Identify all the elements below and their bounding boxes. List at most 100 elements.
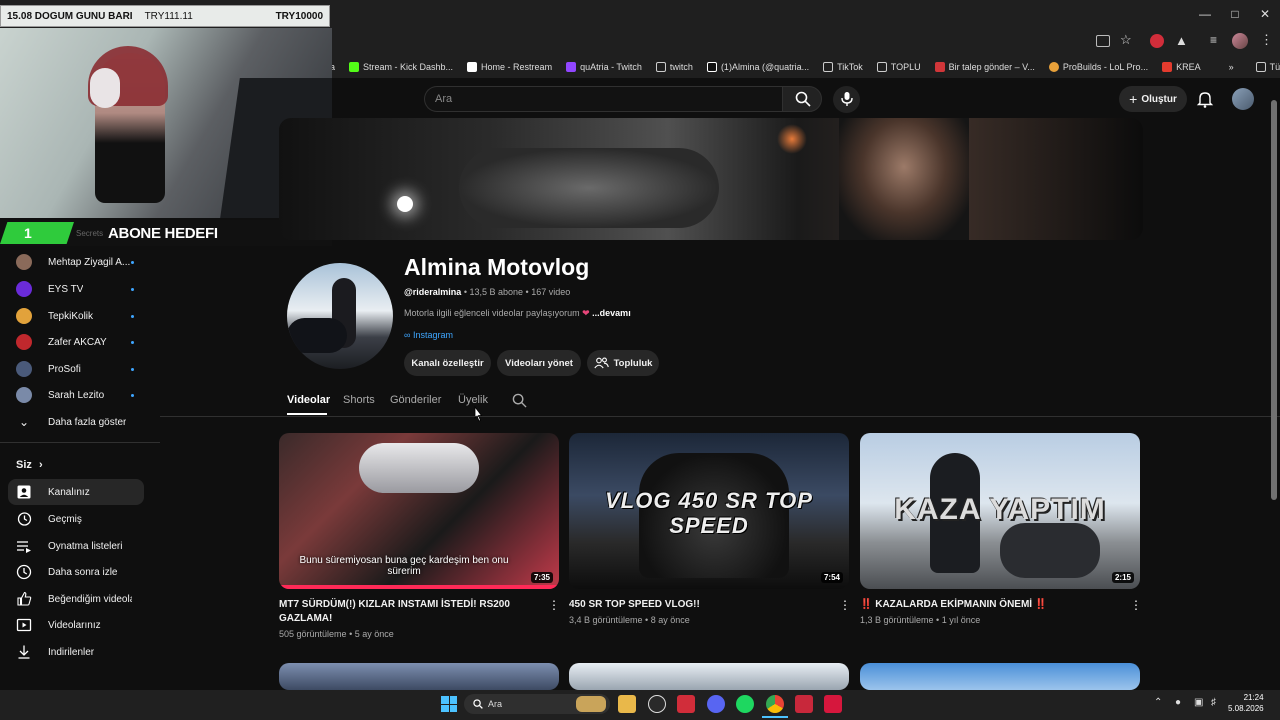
more-options-icon[interactable]: ⋮ <box>839 599 851 611</box>
more-options-icon[interactable]: ⋮ <box>1130 599 1142 611</box>
tab-videos[interactable]: Videolar <box>287 394 330 406</box>
search-button[interactable] <box>782 86 822 112</box>
video-duration: 2:15 <box>1111 572 1134 583</box>
you-section-header[interactable]: Siz › <box>16 459 43 471</box>
taskbar-search-input[interactable]: Ara <box>464 694 610 714</box>
tab-shorts[interactable]: Shorts <box>343 394 375 406</box>
bookmark-item[interactable]: ProBuilds - LoL Pro... <box>1048 62 1148 72</box>
account-avatar[interactable] <box>1232 88 1254 110</box>
bookmark-folder[interactable]: twitch <box>655 62 693 72</box>
search-input[interactable]: Ara <box>424 86 782 112</box>
subscription-item[interactable]: ProSofi <box>8 356 144 382</box>
file-explorer-icon[interactable] <box>618 695 636 713</box>
microphone-tray-icon[interactable]: ● <box>1175 697 1181 708</box>
show-more-button[interactable]: ⌄ Daha fazla göster <box>8 409 144 435</box>
tiktok-icon <box>706 62 717 72</box>
system-clock[interactable]: 21:24 5.08.2026 <box>1228 692 1264 714</box>
video-thumbnail[interactable] <box>860 663 1140 690</box>
bookmark-item[interactable]: quAtria - Twitch <box>566 62 642 72</box>
video-thumbnail[interactable] <box>279 663 559 690</box>
instagram-link[interactable]: ∞ Instagram <box>404 330 453 340</box>
button-label: Videoları yönet <box>505 357 573 369</box>
restream-icon <box>467 62 478 72</box>
install-app-icon[interactable] <box>1096 35 1110 47</box>
media-icon[interactable]: ≡ <box>1210 33 1217 47</box>
bookmark-item[interactable]: KREA <box>1162 62 1201 72</box>
bookmarks-bar: a Stream - Kick Dashb... Home - Restream… <box>330 56 1280 78</box>
subscription-label: ProSofi <box>48 363 81 375</box>
bookmark-folder[interactable]: TikTok <box>823 62 863 72</box>
manage-videos-button[interactable]: Videoları yönet <box>497 350 581 376</box>
sidebar-item-watch-later[interactable]: Daha sonra izle <box>8 559 144 585</box>
abone-secrets: Secrets <box>76 229 104 238</box>
description-more[interactable]: ...devamı <box>592 308 631 318</box>
riot-client-icon[interactable] <box>677 695 695 713</box>
discord-icon[interactable] <box>707 695 725 713</box>
sidebar-item-your-channel[interactable]: Kanalınız <box>8 479 144 505</box>
obs-icon[interactable] <box>648 695 666 713</box>
channel-search-icon[interactable] <box>512 393 527 413</box>
sidebar-item-playlists[interactable]: Oynatma listeleri <box>8 533 144 559</box>
bookmarks-overflow-icon[interactable]: » <box>1229 62 1234 72</box>
spotify-icon[interactable] <box>736 695 754 713</box>
folder-icon <box>1255 62 1266 72</box>
headphone-icon <box>90 68 120 108</box>
clock-date: 5.08.2026 <box>1228 704 1264 713</box>
video-thumbnail[interactable]: VLOG 450 SR TOP SPEED 7:54 <box>569 433 849 589</box>
kick-icon <box>349 62 360 72</box>
chrome-icon[interactable] <box>766 695 784 713</box>
create-button[interactable]: + Oluştur <box>1119 86 1187 112</box>
video-thumbnail[interactable]: KAZA YAPTIM 2:15 <box>860 433 1140 589</box>
valorant-icon[interactable] <box>795 695 813 713</box>
profile-icon[interactable] <box>1232 33 1248 49</box>
subscription-item[interactable]: EYS TV <box>8 276 144 302</box>
channel-icon <box>17 485 31 499</box>
star-icon[interactable]: ☆ <box>1120 32 1132 48</box>
channel-banner <box>279 118 1143 240</box>
tab-membership[interactable]: Üyelik <box>458 394 488 406</box>
close-icon[interactable]: ✕ <box>1250 4 1280 24</box>
video-title[interactable]: MT7 SÜRDÜM(!) KIZLAR INSTAMI İSTEDİ! RS2… <box>279 598 529 626</box>
community-button[interactable]: Topluluk <box>587 350 659 376</box>
bookmark-item[interactable]: Bir talep gönder – V... <box>934 62 1035 72</box>
sidebar-item-your-videos[interactable]: Videolarınız <box>8 612 144 638</box>
all-bookmarks-folder[interactable]: Tüm Yer İşaretleri <box>1255 62 1280 72</box>
bookmark-item[interactable]: (1)Almina (@quatria... <box>706 62 809 72</box>
minimize-icon[interactable]: — <box>1190 4 1220 24</box>
new-content-dot <box>131 367 134 371</box>
car-shape <box>359 443 479 493</box>
sidebar-item-downloads[interactable]: İndirilenler <box>8 639 144 665</box>
video-title[interactable]: 450 SR TOP SPEED VLOG!! <box>569 598 819 612</box>
notifications-bell-icon[interactable] <box>1195 89 1215 109</box>
windows-start-icon[interactable] <box>441 696 457 712</box>
video-thumbnail[interactable]: Bunu süremiyosan buna geç kardeşim ben o… <box>279 433 559 589</box>
bookmark-item[interactable]: Home - Restream <box>467 62 552 72</box>
subscription-item[interactable]: Zafer AKCAY <box>8 329 144 355</box>
extension-icon[interactable] <box>1150 34 1164 48</box>
voice-search-button[interactable] <box>833 86 860 113</box>
video-age: 5 ay önce <box>354 629 394 639</box>
riot-icon <box>934 62 945 72</box>
tray-chevron-up-icon[interactable]: ⌃ <box>1154 697 1162 708</box>
customize-channel-button[interactable]: Kanalı özelleştir <box>404 350 491 376</box>
subscription-item[interactable]: TepkiKolik <box>8 303 144 329</box>
tab-posts[interactable]: Gönderiler <box>390 394 441 406</box>
network-icon[interactable]: ▣ <box>1194 697 1203 708</box>
channel-avatar-large[interactable] <box>287 263 393 369</box>
menu-icon[interactable]: ⋮ <box>1260 32 1273 48</box>
sidebar-item-liked-videos[interactable]: Beğendiğim videolar <box>8 586 144 612</box>
bookmark-item[interactable]: Stream - Kick Dashb... <box>349 62 453 72</box>
bookmark-folder[interactable]: TOPLU <box>876 62 921 72</box>
video-thumbnail[interactable] <box>569 663 849 690</box>
page-scrollbar[interactable] <box>1271 100 1277 500</box>
puzzle-icon[interactable]: ▲ <box>1175 33 1188 48</box>
channel-description[interactable]: Motorla ilgili eğlenceli videolar paylaş… <box>404 308 631 319</box>
sidebar-item-history[interactable]: Geçmiş <box>8 506 144 532</box>
video-title[interactable]: ‼️ KAZALARDA EKİPMANIN ÖNEMİ ‼️ <box>860 598 1110 612</box>
subscription-item[interactable]: Sarah Lezito <box>8 382 144 408</box>
more-options-icon[interactable]: ⋮ <box>548 599 560 611</box>
subscription-item[interactable]: Mehtap Ziyagil A... <box>8 249 144 275</box>
vanguard-icon[interactable] <box>824 695 842 713</box>
maximize-icon[interactable]: □ <box>1220 4 1250 24</box>
volume-icon[interactable]: ♯ <box>1211 697 1216 708</box>
